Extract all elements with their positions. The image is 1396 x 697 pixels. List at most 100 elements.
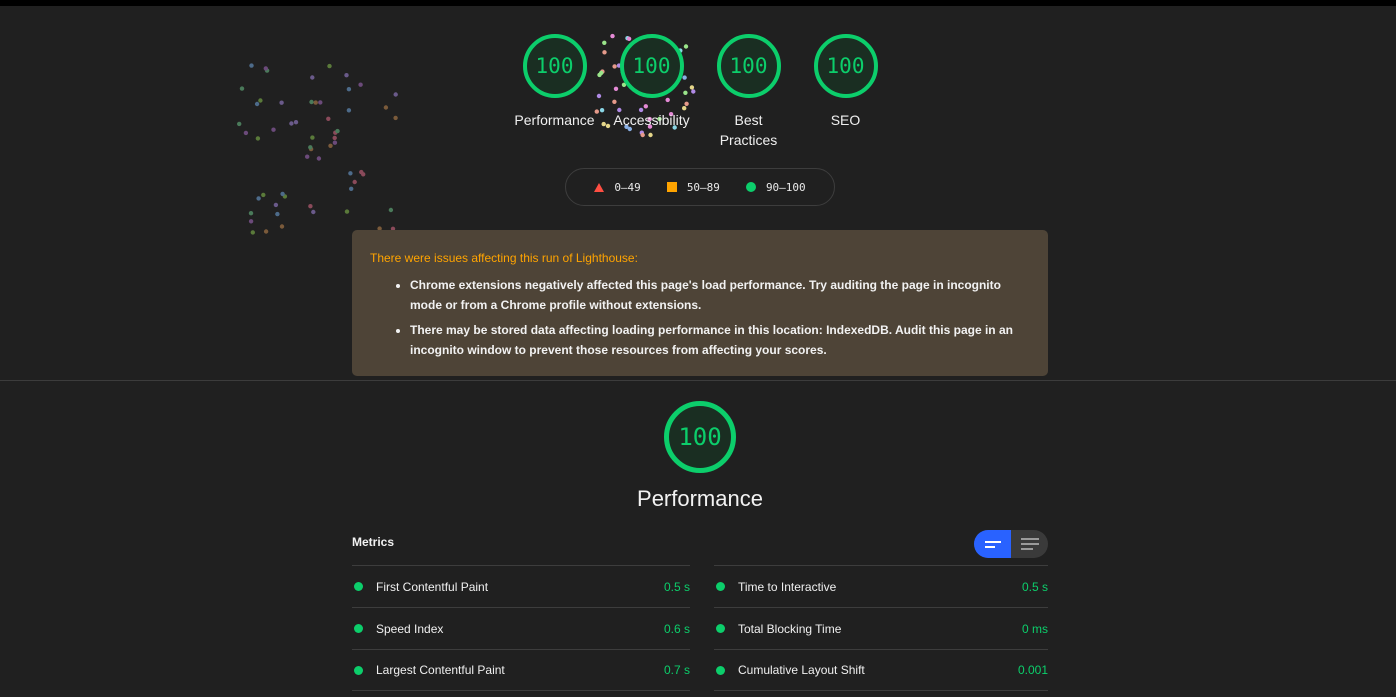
bar-view-button[interactable] [974, 530, 1011, 558]
confetti-dot [279, 100, 284, 105]
confetti-dot [250, 230, 255, 235]
performance-gauge: 100 [664, 401, 736, 473]
confetti-dot [332, 140, 338, 145]
metrics-left-column: First Contentful Paint 0.5 s Speed Index… [352, 565, 690, 691]
metric-row[interactable]: Time to Interactive 0.5 s [714, 565, 1048, 607]
confetti-dot [271, 127, 276, 132]
confetti-dot [393, 92, 398, 97]
performance-title: Performance [637, 486, 763, 511]
metric-row[interactable]: Cumulative Layout Shift 0.001 [714, 649, 1048, 691]
pass-circle-icon [354, 582, 363, 591]
confetti-dot [328, 143, 333, 148]
confetti-dot [279, 224, 285, 229]
confetti-dot [280, 191, 285, 197]
section-divider [0, 380, 1396, 381]
confetti-dot [308, 204, 313, 209]
metric-value: 0.001 [1017, 663, 1048, 677]
triangle-icon [594, 182, 605, 192]
score-legend: 0–49 50–89 90–100 [565, 168, 835, 206]
confetti-dot [346, 108, 352, 113]
circle-icon [745, 182, 756, 192]
confetti-dot [309, 99, 314, 105]
confetti-dot [327, 63, 332, 69]
gauge-label: Accessibility [613, 112, 690, 128]
legend-pass-label: 90–100 [765, 180, 806, 194]
metrics-right-column: Time to Interactive 0.5 s Total Blocking… [714, 565, 1048, 691]
confetti-dot [258, 98, 263, 103]
confetti-dot [239, 86, 245, 91]
confetti-dot [255, 136, 261, 141]
metrics-view-toggle[interactable] [974, 530, 1048, 558]
gauge-seo[interactable]: 100 SEO [797, 34, 894, 130]
confetti-dot [349, 186, 354, 191]
legend-fail-label: 0–49 [614, 180, 641, 194]
confetti-dot [348, 171, 353, 176]
bar-view-icon [984, 540, 1001, 548]
confetti-dot [346, 87, 352, 92]
warning-item: There may be stored data affecting loadi… [410, 320, 1030, 360]
confetti-dot [344, 209, 350, 214]
metric-value: 0.7 s [663, 663, 690, 677]
confetti-dot [359, 169, 364, 175]
legend-average-label: 50–89 [686, 180, 720, 194]
confetti-dot [333, 130, 338, 135]
confetti-dot [308, 145, 313, 150]
pass-circle-icon [354, 624, 363, 633]
confetti-dot [261, 192, 266, 198]
gauge-accessibility[interactable]: 100 Accessibility [603, 34, 700, 130]
metric-row[interactable]: Largest Contentful Paint 0.7 s [352, 649, 690, 691]
confetti-dot [254, 101, 260, 107]
gauge-best-practices[interactable]: 100 Best Practices [700, 34, 797, 150]
confetti-dot [311, 209, 316, 215]
warning-list: Chrome extensions negatively affected th… [370, 275, 1030, 360]
confetti-dot [310, 135, 315, 140]
metric-name: Total Blocking Time [738, 621, 842, 636]
pass-circle-icon [354, 665, 363, 675]
confetti-dot [264, 68, 270, 73]
warning-title: There were issues affecting this run of … [370, 251, 638, 265]
gauge-label: Best Practices [719, 112, 778, 148]
confetti-dot [289, 121, 294, 126]
confetti-dot [326, 116, 331, 122]
confetti-dot [237, 121, 242, 127]
confetti-dot [361, 172, 366, 177]
confetti-dot [344, 73, 349, 78]
metric-row[interactable]: Speed Index 0.6 s [352, 607, 690, 649]
legend-pass: 90–100 [745, 180, 806, 194]
list-view-icon [1020, 538, 1039, 550]
confetti-dot [243, 130, 249, 136]
top-bar [0, 0, 1396, 6]
legend-average: 50–89 [666, 180, 720, 194]
score-gauges: 100 Performance 100 Accessibility 100 Be… [506, 34, 896, 154]
pass-circle-icon [716, 665, 725, 675]
gauge-label: SEO [830, 112, 861, 128]
list-view-button[interactable] [1011, 530, 1048, 558]
confetti-dot [275, 211, 280, 217]
gauge-score: 100 [716, 34, 781, 98]
metric-value: 0.5 s [663, 579, 690, 594]
metrics-heading: Metrics [352, 535, 395, 549]
confetti-dot [263, 66, 268, 71]
confetti-dot [256, 196, 261, 201]
metric-value: 0.5 s [1021, 579, 1048, 594]
confetti-dot [263, 229, 269, 234]
metric-row[interactable]: First Contentful Paint 0.5 s [352, 565, 690, 607]
gauge-score: 100 [813, 34, 878, 98]
confetti-dot [293, 120, 299, 125]
gauge-performance[interactable]: 100 Performance [506, 34, 603, 130]
confetti-dot [308, 146, 314, 152]
confetti-dot [248, 219, 254, 224]
gauge-score: 100 [619, 34, 684, 98]
confetti-dot [332, 135, 337, 141]
metric-name: Time to Interactive [738, 579, 837, 594]
square-icon [666, 182, 677, 192]
confetti-dot [305, 154, 310, 159]
confetti-dot [313, 100, 318, 105]
metric-row[interactable]: Total Blocking Time 0 ms [714, 607, 1048, 649]
legend-fail: 0–49 [594, 181, 641, 194]
warning-box: There were issues affecting this run of … [352, 230, 1048, 376]
metric-name: Speed Index [376, 621, 444, 636]
warning-item: Chrome extensions negatively affected th… [410, 275, 1030, 315]
metric-name: First Contentful Paint [376, 579, 489, 594]
confetti-dot [383, 105, 389, 110]
